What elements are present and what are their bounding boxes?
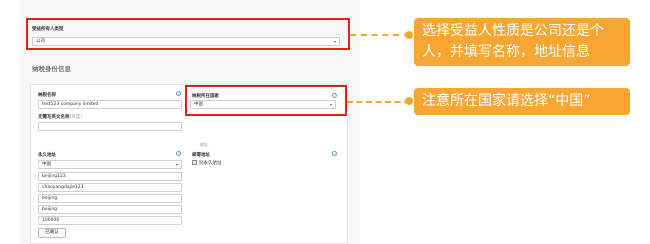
confirm-button[interactable]: 已确认 (38, 228, 66, 238)
highlight-box-country (185, 85, 347, 116)
english-name-input[interactable] (38, 122, 182, 131)
callout-dot-2 (405, 97, 413, 105)
info-icon[interactable]: i (176, 91, 181, 96)
callout-connector-2 (347, 101, 410, 103)
same-address-label: 同永久地址 (199, 161, 222, 166)
callout-connector-1 (350, 34, 410, 36)
section-title: 纳税身份信息 (32, 65, 71, 73)
check-icon: ✓ (193, 160, 197, 165)
perm-country-select[interactable]: 中国 ▾ (38, 160, 182, 169)
callout-country: 注意所在国家请选择“中国” (414, 88, 630, 115)
english-name-label: 无需写英文名称(可选) (38, 114, 82, 120)
info-icon[interactable]: i (176, 151, 181, 156)
address-section-label: 地址 (200, 142, 208, 147)
perm-address-label: 永久地址 (38, 153, 56, 158)
english-name-label-text: 无需写英文名称 (38, 115, 70, 120)
same-address-checkbox[interactable]: ✓ (192, 160, 197, 165)
tax-name-label: 纳税名称 (38, 93, 56, 98)
english-name-hint: (可选) (69, 115, 83, 120)
mailing-address-label: 邮寄地址 (192, 153, 210, 158)
address-line-2[interactable]: chaoyangdajie123 (38, 183, 182, 192)
address-postcode[interactable]: 100000 (38, 216, 182, 225)
address-line-1[interactable]: beijing123 (38, 172, 182, 181)
info-icon[interactable]: i (332, 151, 337, 156)
callout-owner-type: 选择受益人性质是公司还是个人，并填写名称，地址信息 (414, 18, 630, 66)
perm-country-value: 中国 (42, 162, 51, 167)
address-city[interactable]: beijing (38, 194, 182, 203)
chevron-down-icon: ▾ (175, 162, 178, 167)
highlight-box-owner-type (26, 18, 350, 50)
tax-name-input[interactable]: test123 company limited (38, 100, 182, 109)
address-province[interactable]: beijing (38, 205, 182, 214)
callout-dot-1 (405, 31, 413, 39)
